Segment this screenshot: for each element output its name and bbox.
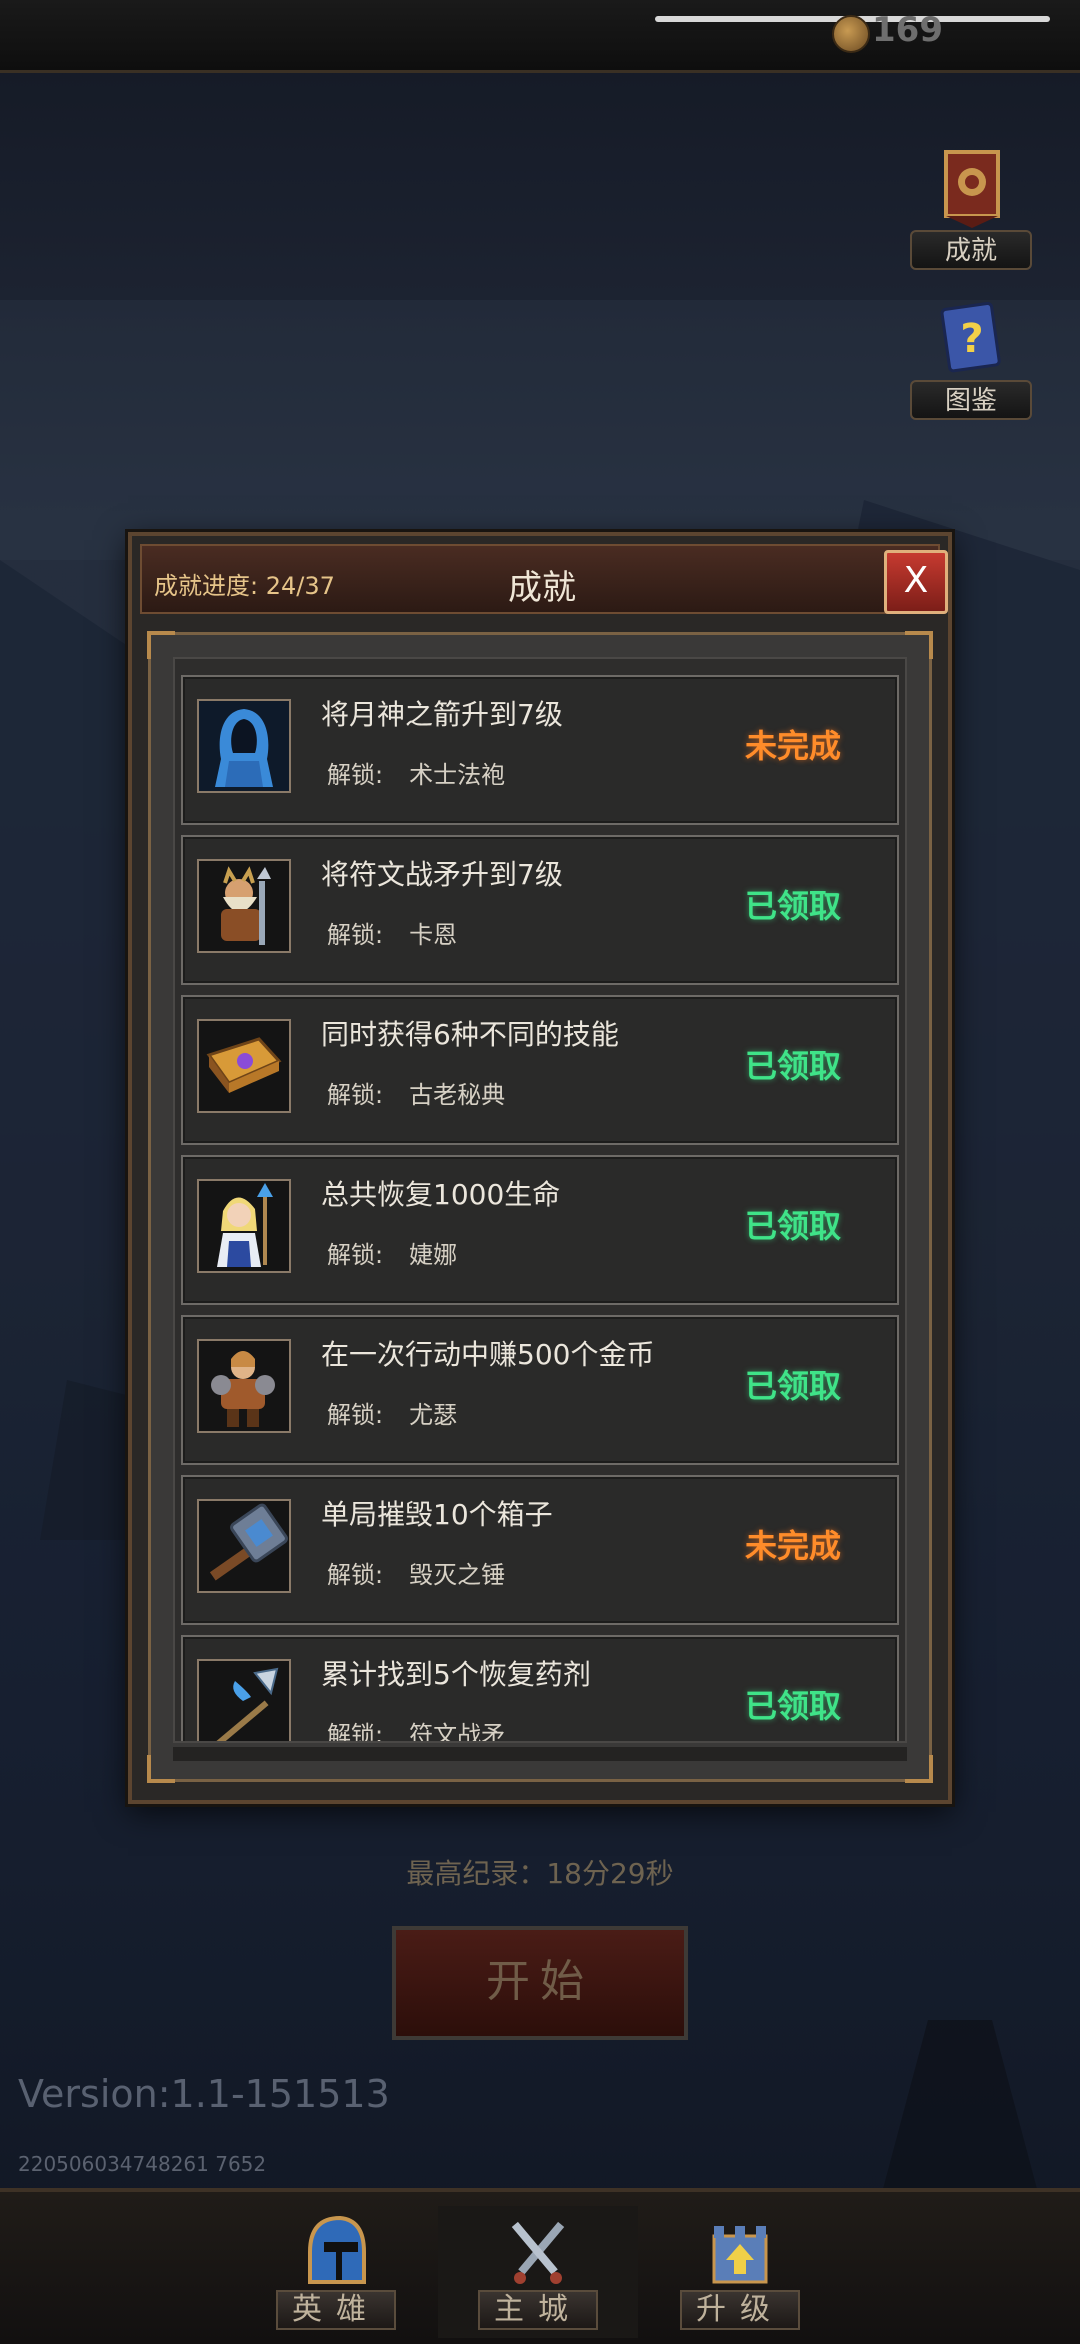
codex-side-button[interactable]: ? 图鉴	[910, 300, 1032, 430]
achievement-unlock: 解锁: 卡恩	[327, 921, 458, 949]
svg-text:?: ?	[960, 316, 983, 362]
status-claimed: 已领取	[744, 1367, 841, 1405]
nav-heroes[interactable]: 英雄	[236, 2206, 436, 2338]
achievement-unlock: 解锁: 符文战矛	[327, 1715, 506, 1743]
corner-ornament	[905, 631, 933, 659]
achievement-title: 累计找到5个恢复药剂	[321, 1658, 591, 1691]
achievement-row: 总共恢复1000生命 解锁: 婕娜 已领取	[181, 1155, 899, 1305]
coin-count: 169	[872, 10, 943, 50]
question-book-icon: ?	[940, 302, 1001, 373]
castle-upgrade-icon	[712, 2226, 768, 2284]
achievement-list[interactable]: 将月神之箭升到7级 解锁: 术士法袍 未完成 将符文战矛升到7级 解锁: 卡恩 …	[173, 657, 907, 1743]
nav-upgrade[interactable]: 升级	[640, 2206, 840, 2338]
side-button-label: 成就	[910, 230, 1032, 270]
achievement-title: 将月神之箭升到7级	[321, 698, 563, 731]
nav-label: 英雄	[276, 2290, 396, 2330]
unlock-reward: 尤瑟	[409, 1401, 458, 1429]
achievement-unlock: 解锁: 术士法袍	[327, 761, 506, 789]
status-claimed: 已领取	[744, 887, 841, 925]
unlock-reward: 古老秘典	[409, 1081, 506, 1109]
achievement-title: 同时获得6种不同的技能	[321, 1018, 619, 1051]
achievement-row: 将月神之箭升到7级 解锁: 术士法袍 未完成	[181, 675, 899, 825]
spellbook-icon	[197, 1019, 291, 1113]
unlock-reward: 符文战矛	[409, 1721, 506, 1743]
coin-icon	[832, 15, 870, 53]
nav-label: 升级	[680, 2290, 800, 2330]
achievement-unlock: 解锁: 婕娜	[327, 1241, 458, 1269]
start-button[interactable]: 开始	[392, 1926, 688, 2040]
achievement-title: 总共恢复1000生命	[321, 1178, 561, 1211]
unlock-reward: 婕娜	[409, 1241, 458, 1269]
achievement-row: 累计找到5个恢复药剂 解锁: 符文战矛 已领取	[181, 1635, 899, 1743]
version-label: Version:1.1-151513	[18, 2072, 390, 2116]
achievement-title: 将符文战矛升到7级	[321, 858, 563, 891]
armored-warrior-icon	[197, 1339, 291, 1433]
trophy-banner-icon	[944, 150, 1000, 228]
corner-ornament	[905, 1755, 933, 1783]
status-claimed: 已领取	[744, 1047, 841, 1085]
side-button-label: 图鉴	[910, 380, 1032, 420]
unlock-reward: 卡恩	[409, 921, 458, 949]
unlock-reward: 术士法袍	[409, 761, 506, 789]
build-id: 220506034748261 7652	[18, 2152, 267, 2176]
achievement-title: 在一次行动中赚500个金币	[321, 1338, 655, 1371]
knight-helmet-icon	[308, 2215, 366, 2284]
achievement-row: 将符文战矛升到7级 解锁: 卡恩 已领取	[181, 835, 899, 985]
mage-girl-icon	[197, 1179, 291, 1273]
hammer-icon	[197, 1499, 291, 1593]
status-claimed: 已领取	[744, 1687, 841, 1725]
unlock-reward: 毁灭之锤	[409, 1561, 506, 1589]
dialog-title: 成就	[508, 568, 576, 608]
status-claimed: 已领取	[744, 1207, 841, 1245]
spear-icon	[197, 1659, 291, 1741]
list-footer-bar	[173, 1747, 907, 1761]
achievement-title: 单局摧毁10个箱子	[321, 1498, 553, 1531]
crossed-swords-icon	[511, 2221, 565, 2284]
close-button[interactable]: X	[884, 550, 948, 614]
best-record: 最高纪录：18分29秒	[406, 1857, 674, 1890]
achievements-side-button[interactable]: 成就	[910, 150, 1032, 280]
achievement-unlock: 解锁: 尤瑟	[327, 1401, 458, 1429]
blue-robe-icon	[197, 699, 291, 793]
achievement-row: 在一次行动中赚500个金币 解锁: 尤瑟 已领取	[181, 1315, 899, 1465]
achievement-unlock: 解锁: 毁灭之锤	[327, 1561, 506, 1589]
nav-main-city[interactable]: 主城	[438, 2206, 638, 2338]
dialog-header: 成就进度: 24/37 成就 X	[140, 544, 948, 614]
dwarf-hero-icon	[197, 859, 291, 953]
achievements-dialog: 成就进度: 24/37 成就 X 将月神之箭升到7级 解锁: 术士法袍 未完成 …	[128, 532, 952, 1804]
achievement-row: 单局摧毁10个箱子 解锁: 毁灭之锤 未完成	[181, 1475, 899, 1625]
corner-ornament	[147, 1755, 175, 1783]
bottom-nav: 英雄 主城 升级	[0, 2188, 1080, 2344]
nav-label: 主城	[478, 2290, 598, 2330]
achievement-unlock: 解锁: 古老秘典	[327, 1081, 506, 1109]
achievement-panel: 将月神之箭升到7级 解锁: 术士法袍 未完成 将符文战矛升到7级 解锁: 卡恩 …	[147, 631, 933, 1783]
corner-ornament	[147, 631, 175, 659]
status-incomplete: 未完成	[744, 1527, 841, 1565]
status-incomplete: 未完成	[744, 727, 841, 765]
achievement-row: 同时获得6种不同的技能 解锁: 古老秘典 已领取	[181, 995, 899, 1145]
top-bar: 169	[0, 0, 1080, 73]
